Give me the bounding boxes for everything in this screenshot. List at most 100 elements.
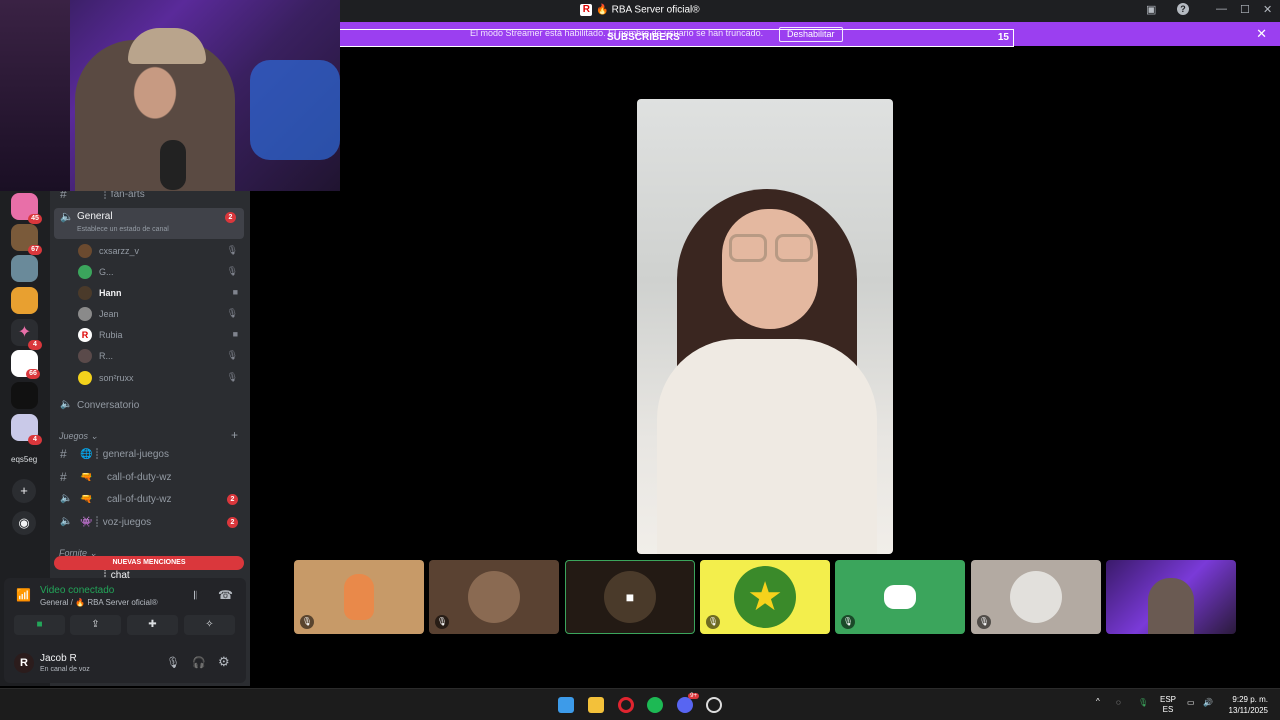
file-explorer-icon[interactable] [588,697,604,713]
avatar [78,244,92,258]
server-icon[interactable]: 4 [11,414,42,445]
maximize-icon[interactable]: ☐ [1240,3,1250,16]
settings-gear-icon[interactable]: ⚙ [218,654,230,670]
spotify-icon[interactable] [647,697,663,713]
speaker-icon: 🔈 [60,399,73,410]
speaker-icon: 🔈 [60,211,74,223]
voice-user[interactable]: cxsarzz_v 🎙 [50,241,250,261]
headphones-icon[interactable]: 🎧 [192,656,206,669]
hash-icon: # [60,447,67,461]
new-mentions-button[interactable]: NUEVAS MENCIONES [54,556,244,570]
help-icon[interactable]: ? [1177,3,1189,15]
glasses [729,234,767,262]
participant-tile[interactable]: 🎙 [429,560,559,634]
voice-user[interactable]: Jean 🎙 [50,304,250,324]
participant-tile[interactable]: ★ 🎙 [700,560,830,634]
speaker-icon: 🔈 [60,516,73,527]
microphone [160,140,186,190]
voice-user[interactable]: R... 🎙 [50,346,250,366]
chevron-up-icon[interactable]: ^ [1096,697,1100,707]
screen-share-button[interactable]: ⇪ [70,615,121,635]
charmander-avatar [344,574,374,620]
participant-tile-video[interactable] [1106,560,1236,634]
muted-mic-icon: 🎙 [226,372,238,382]
voice-status[interactable]: Video conectado [40,585,114,596]
explore-icon[interactable]: ◉ [12,511,36,535]
participant-tile[interactable]: 🎙 [294,560,424,634]
speaker-icon: 🔈 [60,493,73,504]
voice-location[interactable]: General / 🔥 RBA Server oficial® [40,598,158,607]
avatar[interactable]: R [14,653,34,673]
server-icon[interactable] [11,287,38,314]
server-logo-icon: R [580,4,593,16]
soundboard-button[interactable]: ✧ [184,615,235,635]
participant-tile-video[interactable]: ■ [565,560,695,634]
participant-tile[interactable]: 🎙 [835,560,965,634]
focused-video-stream[interactable] [637,99,893,554]
username[interactable]: Jacob R [40,653,77,664]
language-indicator[interactable]: ESP ES [1160,695,1176,715]
text-channel[interactable]: # 🌐 ┊ general-juegos [50,445,250,465]
server-icon[interactable]: ✦ 4 [11,319,42,350]
clock[interactable]: 9:29 p. m. 13/11/2025 [1229,694,1268,716]
avatar [78,286,92,300]
network-icon[interactable]: ▭ [1187,698,1195,708]
close-window-icon[interactable]: ✕ [1263,3,1272,16]
server-icon[interactable]: 67 [11,224,42,255]
activities-button[interactable]: ✚ [127,615,178,635]
server-folder-label[interactable]: eqs5eg [11,455,37,464]
add-server-icon[interactable]: + [12,479,36,503]
disconnect-icon[interactable]: ☎ [218,588,233,602]
channel-status[interactable]: Establece un estado de canal [77,226,169,233]
hash-icon: # [60,470,67,484]
add-channel-icon[interactable]: + [231,428,238,442]
video-icon: ■ [625,589,635,605]
user-status: En canal de voz [40,666,90,673]
server-icon[interactable] [11,382,38,409]
muted-mic-icon: 🎙 [977,615,991,629]
windows-start-icon[interactable] [558,697,574,713]
voice-user[interactable]: Hann ■ [50,283,250,303]
gun-emoji-icon: 🔫 [80,472,93,483]
face [722,209,818,329]
avatar [78,349,92,363]
category-juegos[interactable]: Juegos ⌄ [59,431,98,442]
muted-mic-icon: 🎙 [435,615,449,629]
voice-user[interactable]: G... 🎙 [50,262,250,282]
mic-tray-icon[interactable]: 🎙 [1138,698,1148,708]
windows-taskbar: 9+ ^ ◌ 🎙 ESP ES ▭ 🔊 9:29 p. m. 13/11/202… [0,688,1280,720]
volume-icon[interactable]: 🔊 [1203,698,1213,708]
muted-mic-icon: 🎙 [226,350,238,360]
video-icon: ■ [232,287,238,297]
text-channel[interactable]: # 🔫 call-of-duty-wz [50,468,250,488]
avatar [78,265,92,279]
star-icon: ★ [747,575,783,619]
noise-suppression-icon[interactable]: 𝄃 [194,590,196,603]
hash-icon: # [60,191,67,201]
streamer-thumb [1148,578,1194,634]
voice-channel[interactable]: 🔈 🔫 call-of-duty-wz 2 [50,490,250,510]
mic-icon[interactable]: 🎙 [166,656,180,669]
server-icon-active[interactable]: 66 [11,350,40,379]
participant-tile[interactable]: 🎙 [971,560,1101,634]
avatar [78,307,92,321]
close-bar-icon[interactable]: ✕ [1256,26,1267,42]
muted-mic-icon: 🎙 [226,266,238,276]
onedrive-icon[interactable]: ◌ [1116,698,1121,708]
minimize-icon[interactable]: — [1216,3,1227,15]
voice-channel-general[interactable]: 🔈 General Establece un estado de canal 2 [54,208,244,239]
voice-channel[interactable]: 🔈 👾 ┊ voz-juegos 2 [50,513,250,533]
muted-mic-icon: 🎙 [841,615,855,629]
channel-fan-arts[interactable]: # ┊ fan-arts [50,191,250,205]
voice-channel-conversatorio[interactable]: 🔈 Conversatorio [50,396,250,416]
obs-icon[interactable] [706,697,722,713]
server-icon[interactable]: 45 [11,193,42,224]
camera-button[interactable]: ■ [14,615,65,635]
inbox-icon[interactable]: ▣ [1146,3,1156,16]
voice-user[interactable]: R Rubia ■ [50,325,250,345]
opera-icon[interactable] [618,697,634,713]
server-icon[interactable] [11,255,38,282]
signal-icon: 📶 [16,588,31,602]
voice-user[interactable]: son²ruxx 🎙 [50,368,250,388]
discord-icon[interactable]: 9+ [677,693,699,713]
